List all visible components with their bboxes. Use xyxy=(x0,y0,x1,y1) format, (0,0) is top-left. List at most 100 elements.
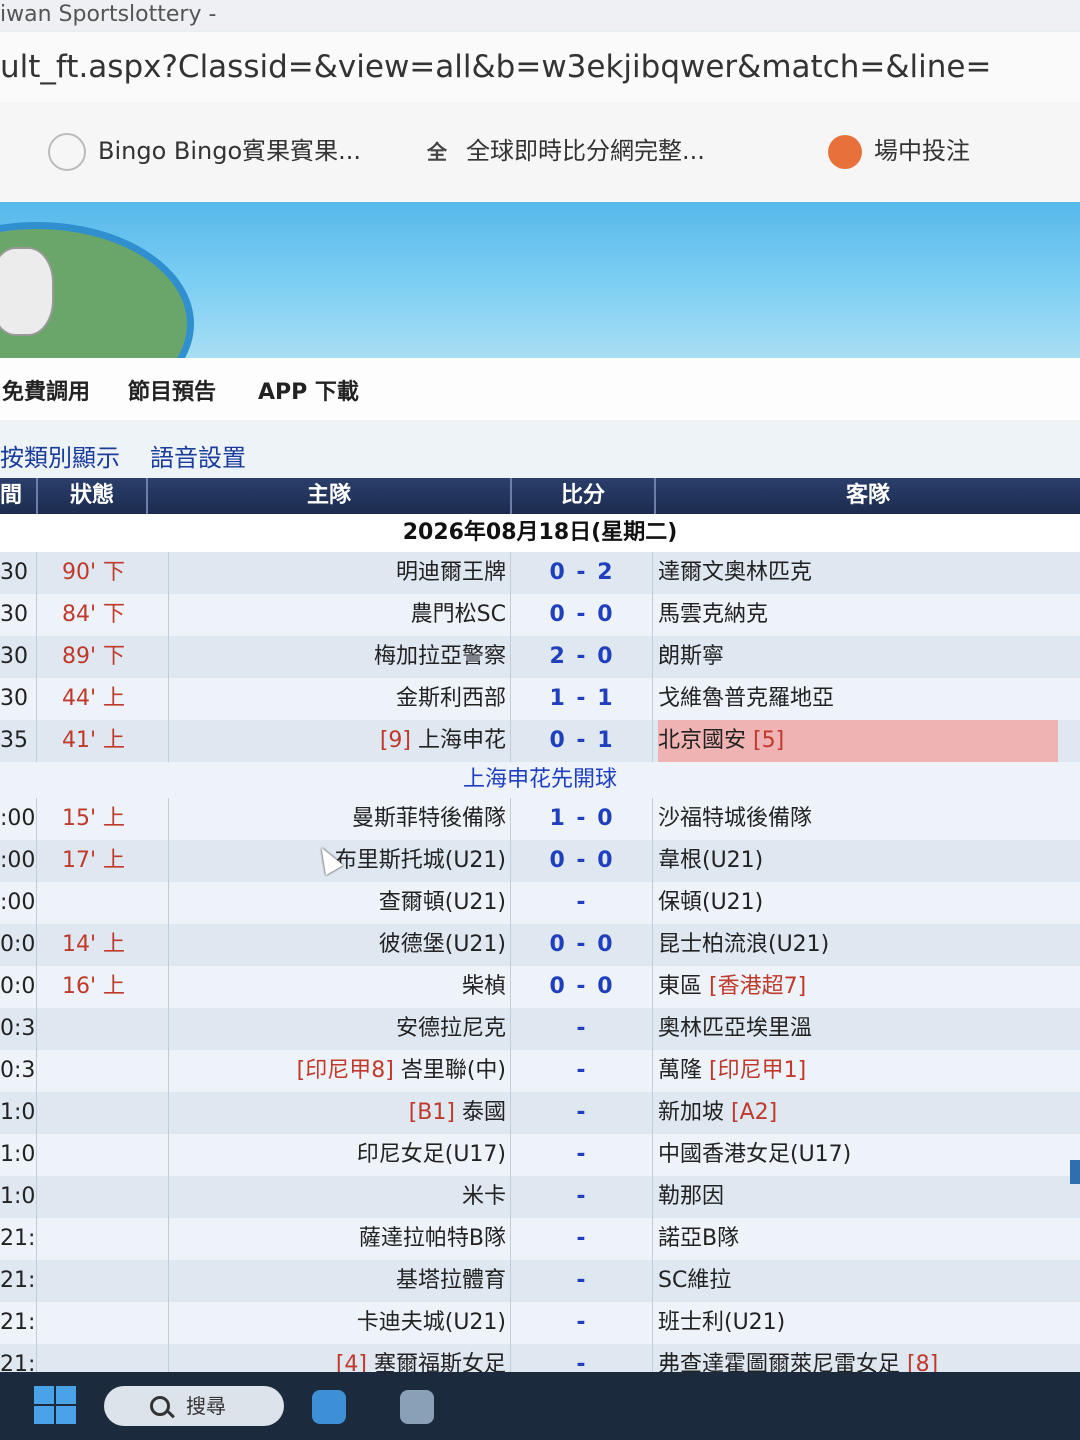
match-score[interactable]: - xyxy=(512,1050,653,1092)
home-team-name: 農門松SC xyxy=(410,602,506,627)
match-row[interactable]: 0:0014' 上 彼德堡(U21)0 - 0昆士柏流浪(U21) xyxy=(0,924,1080,967)
home-team[interactable]: 明迪爾王牌 xyxy=(150,552,511,594)
away-team-name: 中國香港女足(U17) xyxy=(658,1142,852,1167)
away-team[interactable]: 昆士柏流浪(U21) xyxy=(658,924,1058,966)
home-team[interactable]: [B1] 泰國 xyxy=(150,1092,511,1134)
away-team-name: 韋根(U21) xyxy=(658,848,764,873)
match-row[interactable]: 30 84' 下 農門松SC 0 - 0 馬雲克納克 xyxy=(0,594,1080,637)
home-team[interactable]: 查爾頓(U21) xyxy=(150,882,511,924)
home-team[interactable]: 安德拉尼克 xyxy=(150,1008,511,1050)
nav-app-download[interactable]: APP 下載 xyxy=(258,374,359,406)
match-row[interactable]: 30 90' 下 明迪爾王牌 0 - 2 達爾文奧林匹克 xyxy=(0,552,1080,595)
home-team[interactable]: 農門松SC xyxy=(150,594,511,636)
match-time: 0:30 xyxy=(0,1050,37,1092)
match-row[interactable]: 0:30 安德拉尼克-奧林匹亞埃里溫 xyxy=(0,1008,1080,1051)
address-bar[interactable]: ult_ft.aspx?Classid=&view=all&b=w3ekjibq… xyxy=(0,32,1080,102)
match-score[interactable]: - xyxy=(512,1008,653,1050)
bookmark-livescore[interactable]: 全全球即時比分網完整... xyxy=(420,126,705,176)
away-team[interactable]: 戈維魯普克羅地亞 xyxy=(658,678,1058,720)
match-time: 30 xyxy=(0,678,37,720)
match-time: 30 xyxy=(0,636,37,678)
away-team[interactable]: 東區 [香港超7] xyxy=(658,966,1058,1008)
match-score[interactable]: 0 - 0 xyxy=(512,924,653,966)
match-row[interactable]: 21:00 基塔拉體育-SC維拉 xyxy=(0,1260,1080,1303)
nav-schedule[interactable]: 節目預告 xyxy=(128,374,216,406)
away-team[interactable]: SC維拉 xyxy=(658,1260,1058,1302)
home-team[interactable]: 卡迪夫城(U21) xyxy=(150,1302,511,1344)
home-team[interactable]: 金斯利西部 xyxy=(150,678,511,720)
away-rank-tag: [印尼甲1] xyxy=(709,1058,807,1083)
match-row[interactable]: 1:00 米卡-勒那因 xyxy=(0,1176,1080,1219)
away-team-name: 馬雲克納克 xyxy=(658,602,769,627)
home-team[interactable]: 曼斯菲特後備隊 xyxy=(150,798,511,840)
match-score[interactable]: 1 - 0 xyxy=(512,798,653,840)
match-time: 35 xyxy=(0,720,37,762)
home-team[interactable]: 梅加拉亞警察 xyxy=(150,636,511,678)
nav-free-embed[interactable]: 免費調用 xyxy=(2,374,90,406)
home-team-name: 布里斯托城(U21) xyxy=(334,848,506,873)
home-team[interactable]: 彼德堡(U21) xyxy=(150,924,511,966)
match-score[interactable]: - xyxy=(512,1218,653,1260)
taskbar-settings-icon[interactable] xyxy=(400,1390,434,1424)
match-row[interactable]: 35 41' 上 [9] 上海申花 0 - 1 北京國安 [5] xyxy=(0,720,1080,763)
match-score[interactable]: 2 - 0 xyxy=(512,636,653,678)
away-team[interactable]: 達爾文奧林匹克 xyxy=(658,552,1058,594)
side-scroll-tab[interactable] xyxy=(1070,1160,1080,1184)
bookmark-inplay[interactable]: 場中投注 xyxy=(828,126,970,176)
home-team[interactable]: 柴楨 xyxy=(150,966,511,1008)
match-row[interactable]: 0:30 [印尼甲8] 峇里聯(中)-萬隆 [印尼甲1] xyxy=(0,1050,1080,1093)
match-row[interactable]: 21:30 卡迪夫城(U21)-班士利(U21) xyxy=(0,1302,1080,1345)
match-score[interactable]: - xyxy=(512,1092,653,1134)
bookmark-bingo[interactable]: Bingo Bingo賓果賓果... xyxy=(48,126,361,176)
home-team[interactable]: 薩達拉帕特B隊 xyxy=(150,1218,511,1260)
home-team[interactable]: 印尼女足(U17) xyxy=(150,1134,511,1176)
match-row[interactable]: 0:0016' 上 柴楨0 - 0東區 [香港超7] xyxy=(0,966,1080,1009)
home-team[interactable]: [印尼甲8] 峇里聯(中) xyxy=(150,1050,511,1092)
away-team[interactable]: 諾亞B隊 xyxy=(658,1218,1058,1260)
home-team-name: 泰國 xyxy=(461,1100,506,1125)
taskbar-app-icon[interactable] xyxy=(312,1390,346,1424)
away-team[interactable]: 朗斯寧 xyxy=(658,636,1058,678)
match-score[interactable]: 0 - 0 xyxy=(512,594,653,636)
header-score: 比分 xyxy=(512,478,656,514)
match-row[interactable]: :00 查爾頓(U21) - 保頓(U21) xyxy=(0,882,1080,925)
away-team[interactable]: 北京國安 [5] xyxy=(658,720,1058,762)
match-score[interactable]: 1 - 1 xyxy=(512,678,653,720)
away-team[interactable]: 韋根(U21) xyxy=(658,840,1058,882)
away-team[interactable]: 沙福特城後備隊 xyxy=(658,798,1058,840)
match-row[interactable]: 30 89' 下 梅加拉亞警察 2 - 0 朗斯寧 xyxy=(0,636,1080,679)
match-score[interactable]: 0 - 1 xyxy=(512,720,653,762)
match-score[interactable]: - xyxy=(512,1260,653,1302)
away-team[interactable]: 中國香港女足(U17) xyxy=(658,1134,1058,1176)
match-score[interactable]: - xyxy=(512,1134,653,1176)
match-score[interactable]: - xyxy=(512,1302,653,1344)
match-score[interactable]: - xyxy=(512,1176,653,1218)
match-row[interactable]: 21:00 薩達拉帕特B隊-諾亞B隊 xyxy=(0,1218,1080,1261)
home-team[interactable]: 基塔拉體育 xyxy=(150,1260,511,1302)
windows-start-icon[interactable] xyxy=(34,1386,78,1426)
away-team[interactable]: 萬隆 [印尼甲1] xyxy=(658,1050,1058,1092)
away-team[interactable]: 勒那因 xyxy=(658,1176,1058,1218)
match-row[interactable]: 1:00 印尼女足(U17)-中國香港女足(U17) xyxy=(0,1134,1080,1177)
home-team[interactable]: 米卡 xyxy=(150,1176,511,1218)
away-team[interactable]: 新加坡 [A2] xyxy=(658,1092,1058,1134)
home-team[interactable]: [9] 上海申花 xyxy=(150,720,511,762)
link-voice-settings[interactable]: 語音設置 xyxy=(150,438,246,473)
away-team[interactable]: 馬雲克納克 xyxy=(658,594,1058,636)
away-team[interactable]: 奧林匹亞埃里溫 xyxy=(658,1008,1058,1050)
match-row[interactable]: 1:00 [B1] 泰國-新加坡 [A2] xyxy=(0,1092,1080,1135)
match-score[interactable]: 0 - 2 xyxy=(512,552,653,594)
away-team[interactable]: 班士利(U21) xyxy=(658,1302,1058,1344)
match-row[interactable]: :00 17' 上 布里斯托城(U21) 0 - 0 韋根(U21) xyxy=(0,840,1080,883)
match-row[interactable]: 30 44' 上 金斯利西部 1 - 1 戈維魯普克羅地亞 xyxy=(0,678,1080,721)
home-team-name: 米卡 xyxy=(461,1184,506,1209)
match-score[interactable]: 0 - 0 xyxy=(512,966,653,1008)
taskbar-search[interactable]: 搜尋 xyxy=(104,1386,284,1426)
match-score[interactable]: - xyxy=(512,882,653,924)
link-by-category[interactable]: 按類別顯示 xyxy=(0,438,120,473)
match-row[interactable]: :00 15' 上 曼斯菲特後備隊 1 - 0 沙福特城後備隊 xyxy=(0,798,1080,841)
bookmarks-bar: Bingo Bingo賓果賓果... 全全球即時比分網完整... 場中投注 xyxy=(0,102,1080,203)
away-team-name: 萬隆 xyxy=(658,1058,703,1083)
match-score[interactable]: 0 - 0 xyxy=(512,840,653,882)
away-team[interactable]: 保頓(U21) xyxy=(658,882,1058,924)
